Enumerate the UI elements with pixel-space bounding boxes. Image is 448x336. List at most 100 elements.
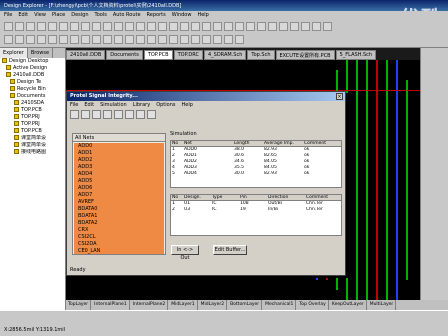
menu-item-view[interactable]: View	[34, 12, 46, 19]
menu-item-auto-route[interactable]: Auto Route	[113, 12, 141, 19]
layer-tab[interactable]: Top Overlay	[297, 300, 329, 310]
toolbar-button-icon[interactable]	[169, 22, 178, 31]
toolbar-button-icon[interactable]	[59, 22, 68, 31]
toolbar-button-icon[interactable]	[136, 22, 145, 31]
toolbar-button-icon[interactable]	[213, 22, 222, 31]
nets-list[interactable]: ADD0 ADD1 ADD2 ADD3 ADD4 ADD5 ADD6 ADD7 AVREF BDA…	[74, 143, 164, 254]
edit-buffer-button[interactable]: Edit Buffer...	[213, 245, 247, 255]
toolbar-button-icon[interactable]	[15, 22, 24, 31]
tree-item[interactable]: Active Design	[0, 65, 65, 72]
toolbar-button-icon[interactable]	[103, 22, 112, 31]
document-tab[interactable]: 2410all.DDB	[66, 50, 106, 60]
tree-item[interactable]: Documents	[0, 93, 65, 100]
toolbar-button-icon[interactable]	[191, 35, 200, 44]
table-header-cell[interactable]: Comment	[303, 141, 341, 146]
tree-item[interactable]: TOP.PRJ	[0, 121, 65, 128]
menu-item-window[interactable]: Window	[172, 12, 192, 19]
dialog-toolbar-icon[interactable]	[92, 110, 101, 119]
menu-item-tools[interactable]: Tools	[95, 12, 107, 19]
net-list-item[interactable]: CSI2DA	[74, 241, 164, 248]
toolbar-button-icon[interactable]	[147, 35, 156, 44]
dialog-toolbar-icon[interactable]	[114, 110, 123, 119]
layer-tab[interactable]: KeepOutLayer	[330, 300, 367, 310]
toolbar-button-icon[interactable]	[81, 35, 90, 44]
toolbar-button-icon[interactable]	[136, 35, 145, 44]
document-tab[interactable]: 5_FLASH.Sch	[335, 50, 377, 60]
table-header-cell[interactable]: Direction	[267, 195, 305, 200]
toolbar-button-icon[interactable]	[158, 22, 167, 31]
toolbar-button-icon[interactable]	[70, 22, 79, 31]
document-tab[interactable]: 4_SDRAM.Sch	[203, 50, 247, 60]
toolbar-button-icon[interactable]	[125, 35, 134, 44]
toolbar-button-icon[interactable]	[37, 35, 46, 44]
menu-item-design[interactable]: Design	[71, 12, 88, 19]
toolbar-button-icon[interactable]	[15, 35, 24, 44]
toolbar-button-icon[interactable]	[312, 22, 321, 31]
table-header-cell[interactable]: Comment	[305, 195, 341, 200]
table-header-cell[interactable]: Net	[183, 141, 233, 146]
dialog-toolbar-icon[interactable]	[103, 110, 112, 119]
dialog-menu-item[interactable]: Help	[181, 102, 192, 108]
table-header-cell[interactable]: Design.	[183, 195, 211, 200]
menu-item-file[interactable]: File	[4, 12, 12, 19]
toolbar-button-icon[interactable]	[26, 22, 35, 31]
table-header-cell[interactable]: Length	[233, 141, 263, 146]
toolbar-button-icon[interactable]	[323, 22, 332, 31]
toolbar-button-icon[interactable]	[169, 35, 178, 44]
layer-tab[interactable]: MidLayer2	[199, 300, 228, 310]
dialog-toolbar-icon[interactable]	[136, 110, 145, 119]
toolbar-button-icon[interactable]	[158, 35, 167, 44]
tree-item[interactable]: TOP.PCB	[0, 107, 65, 114]
document-tab[interactable]: EXCUTE设置所有.PCB	[275, 50, 335, 60]
tree-item[interactable]: 接线电路图	[0, 149, 65, 156]
table-row[interactable]: 5 ADD4 30.0 82.93 ok	[171, 171, 341, 177]
net-list-item[interactable]: ADD2	[74, 157, 164, 164]
table-header-cell[interactable]: Pin	[239, 195, 267, 200]
layer-tab[interactable]: Mechanical1	[263, 300, 297, 310]
tree-item[interactable]: 课堂简单设	[0, 142, 65, 149]
dialog-menu-item[interactable]: File	[70, 102, 78, 108]
toolbar-button-icon[interactable]	[114, 22, 123, 31]
table-header-cell[interactable]: Type	[211, 195, 239, 200]
dialog-toolbar-icon[interactable]	[70, 110, 79, 119]
dialog-menu-item[interactable]: Edit	[84, 102, 94, 108]
tree-item[interactable]: Design Desktop	[0, 58, 65, 65]
net-list-item[interactable]: ADD7	[74, 192, 164, 199]
toolbar-button-icon[interactable]	[147, 22, 156, 31]
toolbar-button-icon[interactable]	[191, 22, 200, 31]
table-header-cell[interactable]: No	[171, 141, 183, 146]
dialog-toolbar-icon[interactable]	[81, 110, 90, 119]
net-list-item[interactable]: BDATA2	[74, 220, 164, 227]
net-list-item[interactable]: ADD4	[74, 171, 164, 178]
net-design-table[interactable]: No Design. Type Pin Direction Comment 1 U1 IC 108…	[170, 194, 342, 236]
net-list-item[interactable]: ADD6	[74, 185, 164, 192]
toolbar-button-icon[interactable]	[180, 22, 189, 31]
menu-item-reports[interactable]: Reports	[147, 12, 166, 19]
dialog-menu-item[interactable]: Options	[156, 102, 175, 108]
toolbar-button-icon[interactable]	[48, 22, 57, 31]
in-out-button[interactable]: In <-> Out	[171, 245, 199, 261]
layer-tab[interactable]: TopLayer	[66, 300, 92, 310]
toolbar-button-icon[interactable]	[59, 35, 68, 44]
net-simulation-table[interactable]: No Net Length Average Imp. Comment 1 ADD0 38.0 8…	[170, 140, 342, 188]
layer-tab[interactable]: BottomLayer	[228, 300, 263, 310]
toolbar-button-icon[interactable]	[103, 35, 112, 44]
net-list-item[interactable]: CE0_LAN	[74, 248, 164, 254]
menu-item-edit[interactable]: Edit	[18, 12, 28, 19]
net-list-item[interactable]: BDATA0	[74, 206, 164, 213]
tree-item[interactable]: 课堂简单设	[0, 135, 65, 142]
net-list-item[interactable]: ADD5	[74, 178, 164, 185]
toolbar-button-icon[interactable]	[290, 22, 299, 31]
layer-tab[interactable]: MultiLayer	[368, 300, 397, 310]
tree-item[interactable]: TOP.PRJ	[0, 114, 65, 121]
toolbar-button-icon[interactable]	[301, 22, 310, 31]
toolbar-button-icon[interactable]	[213, 35, 222, 44]
toolbar-button-icon[interactable]	[4, 22, 13, 31]
tree-item[interactable]: Design Te	[0, 79, 65, 86]
net-list-item[interactable]: ADD0	[74, 143, 164, 150]
layer-tab[interactable]: InternalPlane2	[131, 300, 169, 310]
tree-item[interactable]: TOP.PCB	[0, 128, 65, 135]
document-tab[interactable]: Top.Sch	[247, 50, 275, 60]
dialog-menu-item[interactable]: Library	[133, 102, 150, 108]
toolbar-button-icon[interactable]	[257, 22, 266, 31]
